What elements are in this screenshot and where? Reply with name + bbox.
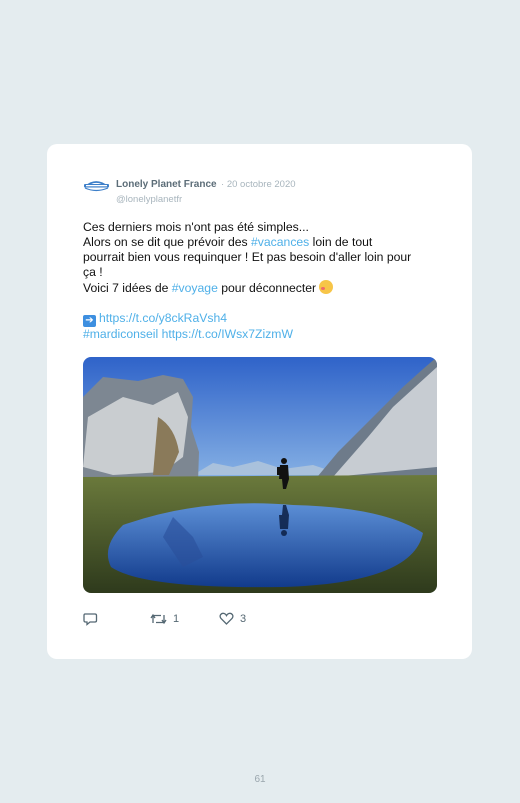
tweet-author-block: Lonely Planet France · 20 octobre 2020 @… — [116, 174, 296, 205]
tweet-line-3-end: pour déconnecter — [217, 281, 317, 295]
author-display-name[interactable]: Lonely Planet France — [116, 179, 217, 190]
tweet-body: Ces derniers mois n'ont pas été simples.… — [83, 220, 413, 342]
page-number: 61 — [254, 774, 266, 785]
tweet-line-2: Alors on se dit que prévoir des #vacance… — [83, 235, 413, 280]
author-handle[interactable]: @lonelyplanetfr — [116, 194, 296, 205]
tweet-actions: 1 3 — [83, 612, 413, 632]
hashtag-vacances-link[interactable]: #vacances — [251, 235, 309, 249]
tweet-line-2-start: Alors on se dit que prévoir des — [83, 235, 252, 249]
retweet-button[interactable]: 1 — [150, 612, 179, 626]
tweet-card: Lonely Planet France · 20 octobre 2020 @… — [47, 144, 472, 659]
tweet-line-1: Ces derniers mois n'ont pas été simples.… — [83, 220, 309, 234]
reply-button[interactable] — [83, 612, 104, 626]
tweet-links-line-1: ➔ https://t.co/y8ckRaVsh4 — [83, 311, 413, 327]
hashtag-mardiconseil-link[interactable]: #mardiconseil — [83, 327, 158, 341]
smiling-face-with-hearts-icon — [319, 280, 334, 294]
right-arrow-icon: ➔ — [83, 315, 96, 327]
retweet-count: 1 — [173, 613, 180, 625]
like-count: 3 — [240, 612, 247, 625]
tweet-date[interactable]: · 20 octobre 2020 — [221, 179, 295, 190]
lonely-planet-logo-icon[interactable] — [83, 178, 110, 192]
like-button[interactable]: 3 — [219, 612, 246, 625]
heart-icon — [219, 612, 234, 625]
tweet-line-3: Voici 7 idées de #voyage pour déconnecte… — [83, 280, 413, 296]
tweet-link-2[interactable]: https://t.co/IWsx7ZizmW — [162, 327, 293, 341]
hashtag-voyage-link[interactable]: #voyage — [172, 281, 218, 295]
mountain-lake-image — [83, 357, 437, 593]
tweet-photo[interactable] — [83, 357, 437, 593]
tweet-line-3-start: Voici 7 idées de — [83, 281, 172, 295]
tweet-links-line-2: #mardiconseil https://t.co/IWsx7ZizmW — [83, 327, 413, 342]
tweet-link-1[interactable]: https://t.co/y8ckRaVsh4 — [99, 311, 227, 325]
retweet-icon — [150, 613, 167, 625]
reply-icon — [83, 613, 98, 626]
